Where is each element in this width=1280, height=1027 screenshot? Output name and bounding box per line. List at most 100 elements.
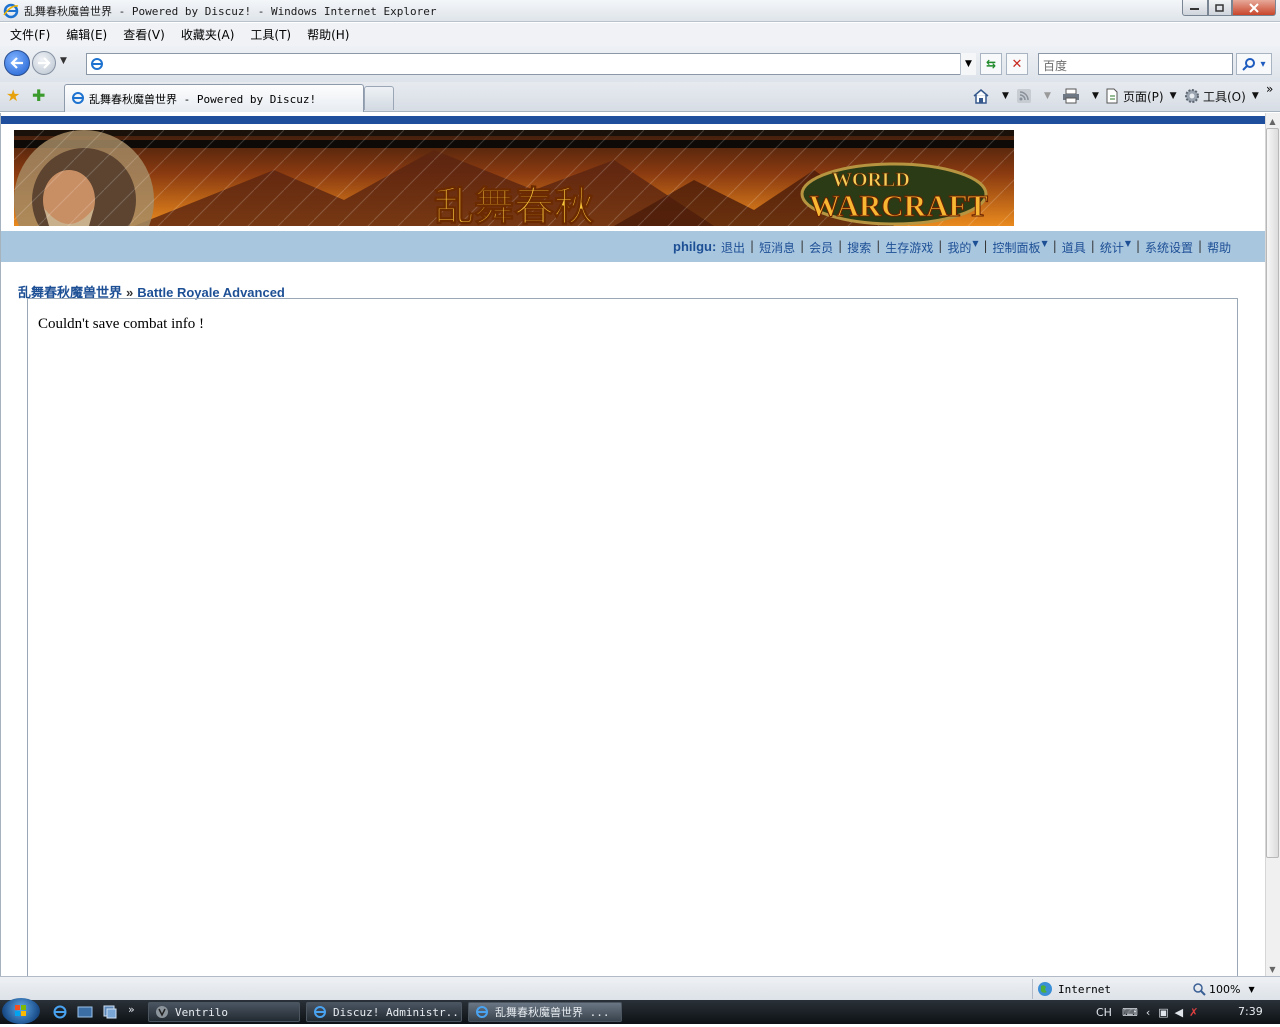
scrollbar-thumb[interactable] [1266, 128, 1279, 858]
error-message: Couldn't save combat info ! [38, 316, 205, 332]
menu-edit[interactable]: 编辑(E) [60, 26, 113, 43]
refresh-icon: ⇆ [985, 57, 997, 71]
nav-separator: | [1090, 239, 1095, 253]
nav-separator: | [1052, 239, 1057, 253]
home-icon [973, 89, 989, 104]
minimize-button[interactable] [1182, 0, 1208, 16]
security-alert-icon[interactable]: ✗ [1189, 1006, 1198, 1019]
nav-link[interactable]: 系统设置 [1145, 239, 1193, 256]
ventrilo-icon [156, 1006, 168, 1018]
taskbar-item-current-page[interactable]: 乱舞春秋魔兽世界 ... [468, 1002, 622, 1022]
tools-menu-button[interactable]: 工具(O) ▼ [1184, 86, 1259, 106]
home-button[interactable]: ▼ [972, 86, 1009, 106]
windows-logo-icon [15, 1005, 26, 1016]
close-window-button[interactable] [1232, 0, 1276, 16]
printer-icon [1063, 88, 1079, 104]
tab-ie-icon [72, 92, 84, 104]
favorites-star-icon[interactable]: ★ [6, 86, 20, 105]
arrow-left-icon [10, 57, 23, 69]
search-button[interactable]: ▾ [1236, 53, 1272, 75]
feeds-button[interactable]: ▼ [1016, 86, 1051, 106]
nav-link[interactable]: 搜索 [847, 239, 871, 256]
taskbar-item-label: Ventrilo [175, 1005, 228, 1019]
nav-link[interactable]: 控制面板 [993, 239, 1041, 256]
gear-icon [1185, 89, 1199, 103]
home-dropdown[interactable]: ▼ [1002, 91, 1009, 101]
menu-bar: 文件(F) 编辑(E) 查看(V) 收藏夹(A) 工具(T) 帮助(H) [0, 23, 1280, 46]
nav-link[interactable]: 道具 [1062, 239, 1086, 256]
menu-file[interactable]: 文件(F) [4, 26, 56, 43]
more-commands-chevron[interactable]: » [1266, 82, 1273, 96]
start-button[interactable] [2, 998, 40, 1024]
page-icon [1106, 88, 1118, 104]
print-button[interactable]: ▼ [1062, 86, 1099, 106]
banner-logo-warcraft: WARCRAFT [809, 188, 988, 223]
menu-help[interactable]: 帮助(H) [301, 26, 355, 43]
tab-active[interactable]: 乱舞春秋魔兽世界 - Powered by Discuz! [64, 84, 364, 112]
menu-tools[interactable]: 工具(T) [244, 26, 297, 43]
quicklaunch-ie-icon[interactable] [52, 1004, 68, 1020]
refresh-button[interactable]: ⇆ [980, 53, 1002, 75]
taskbar-item-discuz-admin[interactable]: Discuz! Administr... [306, 1002, 462, 1022]
nav-link[interactable]: 短消息 [759, 239, 795, 256]
add-favorites-icon[interactable]: ✚ [32, 86, 45, 105]
zoom-control[interactable]: 100% ▼ [1192, 979, 1255, 999]
nav-separator: | [750, 239, 755, 253]
language-indicator[interactable]: CH [1096, 1006, 1112, 1019]
nav-link[interactable]: 退出 [721, 239, 745, 256]
nav-separator: | [1198, 239, 1203, 253]
recent-pages-dropdown[interactable]: ▼ [60, 56, 67, 66]
search-input[interactable]: 百度 [1038, 53, 1233, 75]
nav-separator: | [838, 239, 843, 253]
window-title-bar[interactable]: 乱舞春秋魔兽世界 - Powered by Discuz! - Windows … [0, 0, 1280, 22]
scroll-down-arrow-icon[interactable]: ▼ [1266, 962, 1279, 976]
username[interactable]: philgu: [673, 239, 716, 254]
stop-icon: ✕ [1011, 56, 1023, 72]
new-tab-button[interactable] [364, 86, 394, 110]
taskbar-item-label: 乱舞春秋魔兽世界 ... [495, 1006, 610, 1019]
menu-favorites[interactable]: 收藏夹(A) [175, 26, 241, 43]
nav-link[interactable]: 生存游戏 [885, 239, 933, 256]
quicklaunch-more-chevron[interactable]: » [128, 1003, 135, 1016]
address-input[interactable] [86, 53, 976, 75]
keyboard-icon[interactable]: ⌨ [1122, 1006, 1138, 1019]
nav-separator: | [800, 239, 805, 253]
globe-icon [1038, 982, 1052, 996]
site-nav-bar: philgu: 退出 | 短消息 | 会员 | 搜索 | 生存游戏 | 我的 ▼ | 控制面板 ▼ | 道具 | 统… [1, 231, 1265, 262]
volume-icon[interactable]: ◀ [1175, 1006, 1183, 1019]
nav-separator: | [1135, 239, 1141, 253]
zoom-magnifier-icon [1193, 983, 1206, 996]
ie-icon [314, 1006, 326, 1018]
maximize-button[interactable] [1208, 0, 1232, 16]
nav-separator: | [983, 239, 988, 253]
print-dropdown[interactable]: ▼ [1092, 91, 1099, 101]
page-menu-button[interactable]: 页面(P) ▼ [1104, 86, 1177, 106]
back-button[interactable] [4, 50, 30, 76]
feeds-dropdown[interactable]: ▼ [1044, 91, 1051, 101]
address-dropdown[interactable]: ▼ [960, 53, 976, 75]
security-zone[interactable]: Internet [1032, 979, 1186, 999]
stop-button[interactable]: ✕ [1006, 53, 1028, 75]
scroll-up-arrow-icon[interactable]: ▲ [1266, 114, 1279, 128]
search-options-dropdown[interactable]: ▾ [1260, 59, 1265, 70]
clock[interactable]: 7:39 [1238, 1005, 1263, 1018]
menu-view[interactable]: 查看(V) [117, 26, 171, 43]
minimize-icon [1190, 7, 1199, 10]
show-desktop-icon[interactable] [77, 1004, 93, 1020]
nav-link[interactable]: 我的 [947, 239, 971, 256]
zoom-dropdown-icon: ▼ [1248, 984, 1255, 994]
nav-link[interactable]: 会员 [809, 239, 833, 256]
header-stripe [1, 116, 1265, 124]
network-icon[interactable]: ▣ [1158, 1006, 1168, 1019]
taskbar-item-ventrilo[interactable]: Ventrilo [148, 1002, 300, 1022]
forward-button[interactable] [32, 51, 56, 75]
nav-link[interactable]: 帮助 [1207, 239, 1231, 256]
page-menu-dropdown-icon: ▼ [1169, 91, 1177, 101]
restore-icon [1215, 3, 1224, 12]
search-icon [1242, 58, 1256, 71]
site-banner[interactable]: 乱舞春秋 WORLD WARCRAFT [14, 130, 1014, 226]
tray-expand-chevron-icon[interactable]: ‹ [1146, 1006, 1150, 1019]
switch-windows-icon[interactable] [102, 1004, 118, 1020]
nav-link[interactable]: 统计 [1100, 239, 1124, 256]
nav-dropdown-caret-icon: ▼ [1124, 239, 1131, 248]
